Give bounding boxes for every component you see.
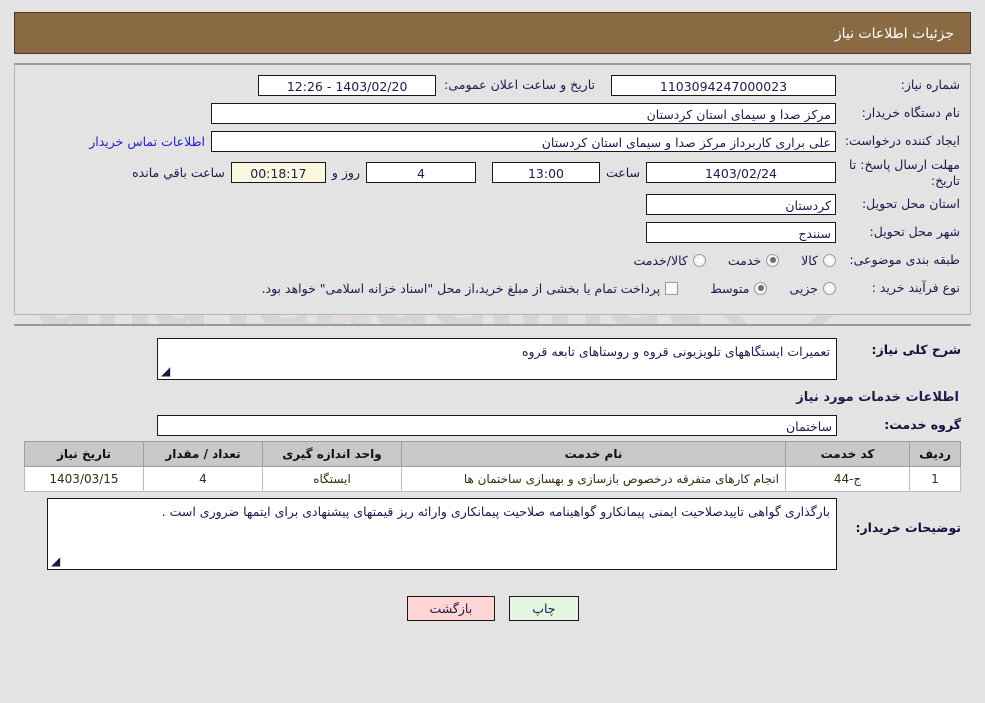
description-panel: شرح کلی نیاز: تعمیرات ایستگاههای تلویزیو… xyxy=(14,324,971,585)
category-option-kala-khedmat[interactable]: کالا/خدمت xyxy=(633,252,706,268)
need-info-panel: شماره نیاز: 1103094247000023 تاریخ و ساع… xyxy=(14,63,971,316)
th-code: کد خدمت xyxy=(785,441,910,468)
cell-code: ج-44 xyxy=(785,466,910,493)
cell-quantity: 4 xyxy=(143,466,263,493)
action-button-bar: چاپ بازگشت xyxy=(0,596,985,622)
row-buyer-notes: توضیحات خریدار: بارگذاری گواهی تاییدصلاح… xyxy=(24,498,961,571)
process-option-label: متوسط xyxy=(710,280,750,296)
category-option-label: خدمت xyxy=(727,252,762,268)
page-title: جزئیات اطلاعات نیاز xyxy=(14,12,971,54)
deadline-date-field[interactable]: 1403/02/24 xyxy=(646,162,836,184)
process-radio-group: جزیی متوسط xyxy=(688,281,836,296)
row-service-group: گروه خدمت: ساختمان xyxy=(24,413,961,437)
public-announce-field[interactable]: 1403/02/20 - 12:26 xyxy=(258,74,437,96)
th-quantity: تعداد / مقدار xyxy=(143,441,263,468)
cell-unit: ایستگاه xyxy=(262,466,402,493)
row-buyer-org: نام دستگاه خریدار: مرکز صدا و سیمای استا… xyxy=(25,101,960,125)
print-button[interactable]: چاپ xyxy=(509,596,579,622)
countdown-field[interactable]: 00:18:17 xyxy=(230,162,326,184)
cell-name: انجام کارهای متفرقه درخصوص بازسازی و بهس… xyxy=(401,466,786,493)
row-process: نوع فرآیند خرید : جزیی متوسط پرداخت تمام… xyxy=(25,276,960,300)
page-root: جزئیات اطلاعات نیاز شماره نیاز: 11030942… xyxy=(0,12,985,622)
row-deadline: مهلت ارسال پاسخ: تا تاریخ: 1403/02/24 سا… xyxy=(25,157,960,188)
province-field[interactable]: کردستان xyxy=(646,193,836,215)
buyer-org-field[interactable]: مرکز صدا و سیمای استان کردستان xyxy=(211,102,836,124)
deadline-label: مهلت ارسال پاسخ: تا تاریخ: xyxy=(849,157,960,188)
category-option-khedmat[interactable]: خدمت xyxy=(727,252,780,268)
row-province: استان محل تحویل: کردستان xyxy=(25,192,960,216)
process-option-label: جزیی xyxy=(789,280,818,296)
category-option-label: کالا xyxy=(801,252,818,268)
service-group-field[interactable]: ساختمان xyxy=(157,414,837,436)
cell-date: 1403/03/15 xyxy=(24,466,144,493)
th-date: تاریخ نیاز xyxy=(24,441,144,468)
buyer-contact-link[interactable]: اطلاعات تماس خریدار xyxy=(83,134,211,149)
public-announce-label: تاریخ و ساعت اعلان عمومی: xyxy=(444,77,595,93)
th-unit: واحد اندازه گیری xyxy=(262,441,402,468)
deadline-hour-field[interactable]: 13:00 xyxy=(491,162,600,184)
requester-field[interactable]: علی براری کاربرداز مرکز صدا و سیمای استا… xyxy=(211,130,836,152)
resize-grip-icon[interactable]: ◢ xyxy=(51,554,60,568)
row-category: طبقه بندی موضوعی: کالا خدمت کالا/خدمت xyxy=(25,248,960,272)
province-label: استان محل تحویل: xyxy=(861,196,960,212)
city-label: شهر محل تحویل: xyxy=(869,224,960,240)
th-name: نام خدمت xyxy=(401,441,786,468)
treasury-checkbox-item[interactable]: پرداخت تمام یا بخشی از مبلغ خرید،از محل … xyxy=(262,281,679,296)
remaining-hours-label: ساعت باقي مانده xyxy=(132,165,225,181)
category-option-label: کالا/خدمت xyxy=(633,252,688,268)
back-button[interactable]: بازگشت xyxy=(406,596,496,622)
buyer-notes-textarea[interactable]: بارگذاری گواهی تاییدصلاحیت ایمنی پیمانکا… xyxy=(47,498,837,571)
radio-icon[interactable] xyxy=(766,253,780,267)
checkbox-icon[interactable] xyxy=(665,281,679,295)
services-section-title: اطلاعات خدمات مورد نیاز xyxy=(796,390,959,406)
row-requester: ایجاد کننده درخواست: علی براری کاربرداز … xyxy=(25,129,960,153)
description-label: شرح کلی نیاز: xyxy=(871,342,961,358)
process-option-jozi[interactable]: جزیی xyxy=(789,281,836,296)
row-description: شرح کلی نیاز: تعمیرات ایستگاههای تلویزیو… xyxy=(24,338,961,381)
hour-label: ساعت xyxy=(605,165,640,181)
resize-grip-icon[interactable]: ◢ xyxy=(161,364,170,378)
treasury-checkbox-label: پرداخت تمام یا بخشی از مبلغ خرید،از محل … xyxy=(261,280,661,296)
category-label: طبقه بندی موضوعی: xyxy=(849,252,960,268)
process-option-motevaset[interactable]: متوسط xyxy=(710,280,768,296)
table-header-row: ردیف کد خدمت نام خدمت واحد اندازه گیری ت… xyxy=(24,441,961,468)
process-label: نوع فرآیند خرید : xyxy=(871,280,960,296)
need-number-label: شماره نیاز: xyxy=(900,77,960,93)
buyer-org-label: نام دستگاه خریدار: xyxy=(861,105,960,121)
requester-label: ایجاد کننده درخواست: xyxy=(844,133,960,149)
row-city: شهر محل تحویل: سنندج xyxy=(25,220,960,244)
row-need-number: شماره نیاز: 1103094247000023 تاریخ و ساع… xyxy=(25,73,960,97)
radio-icon[interactable] xyxy=(754,281,768,295)
radio-icon[interactable] xyxy=(823,253,836,267)
city-field[interactable]: سنندج xyxy=(646,221,836,243)
table-row[interactable]: 1 ج-44 انجام کارهای متفرقه درخصوص بازساز… xyxy=(24,466,961,493)
cell-radif: 1 xyxy=(909,466,961,493)
need-number-field[interactable]: 1103094247000023 xyxy=(611,74,836,96)
service-group-label: گروه خدمت: xyxy=(884,417,961,433)
th-radif: ردیف xyxy=(909,441,961,468)
category-option-kala[interactable]: کالا xyxy=(801,253,836,268)
remaining-days-field[interactable]: 4 xyxy=(365,162,476,184)
buyer-notes-label: توضیحات خریدار: xyxy=(855,520,961,536)
category-radio-group: کالا خدمت کالا/خدمت xyxy=(611,253,836,268)
days-label: روز و xyxy=(331,165,360,181)
services-table: ردیف کد خدمت نام خدمت واحد اندازه گیری ت… xyxy=(24,441,961,493)
radio-icon[interactable] xyxy=(692,253,706,267)
description-textarea[interactable]: تعمیرات ایستگاههای تلویزیونی قروه و روست… xyxy=(157,338,837,381)
radio-icon[interactable] xyxy=(823,281,836,295)
